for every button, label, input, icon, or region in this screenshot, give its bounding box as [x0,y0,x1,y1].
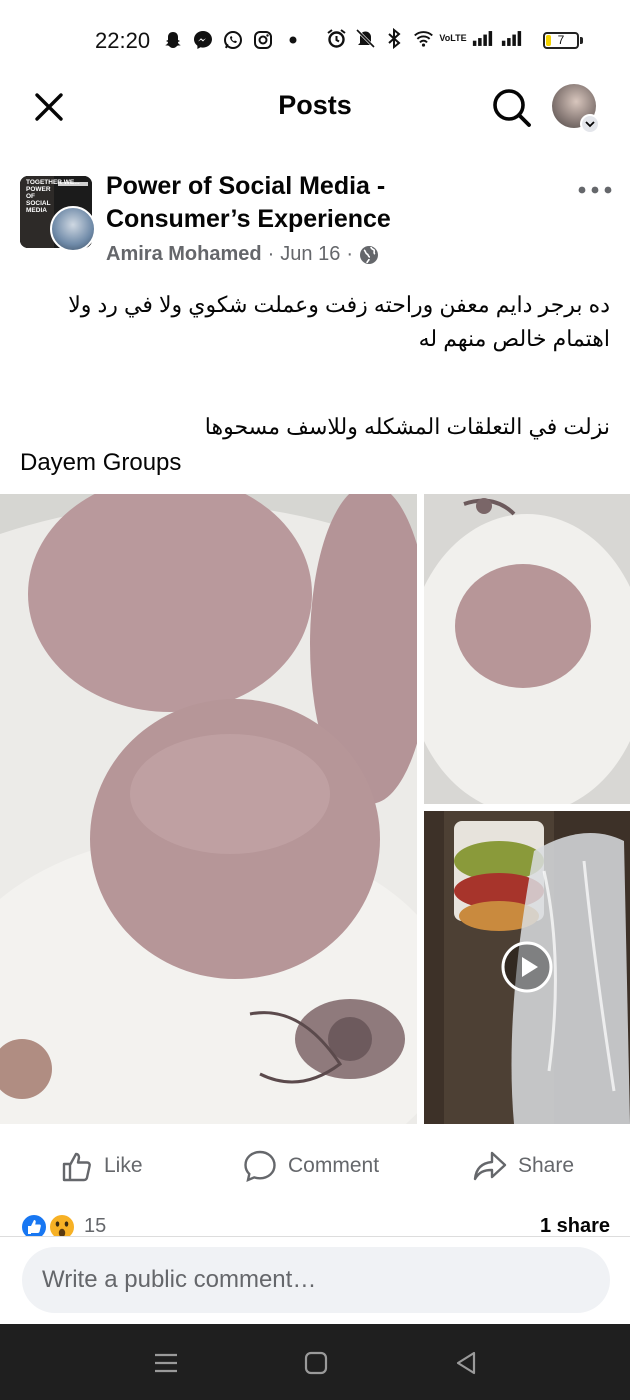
post-text-arabic-1: ده برجر دايم معفن وراحته زفت وعملت شكوي … [68,292,610,351]
like-label: Like [104,1154,143,1177]
share-icon [473,1151,507,1181]
like-button[interactable]: Like [60,1146,143,1186]
volte-icon: VoLTE [439,33,467,43]
globe-icon [359,245,379,265]
signal-icon [472,28,493,49]
home-button[interactable] [302,1349,330,1377]
instagram-icon [252,29,273,50]
post-actions: Like Comment Share [0,1130,630,1202]
post-meta: Amira Mohamed · Jun 16 · [106,243,379,266]
system-nav-bar [0,1324,630,1400]
signal-icon [501,28,522,49]
search-button[interactable] [488,84,534,130]
back-button[interactable] [452,1349,480,1377]
more-icon [578,186,612,194]
post-text-english: Dayem Groups [20,449,182,476]
thumbs-up-icon [62,1152,91,1182]
share-count[interactable]: 1 share [540,1215,610,1238]
share-label: Share [518,1154,575,1177]
system-icons: VoLTE [326,28,522,49]
post-text-arabic-2: نزلت في التعلقات المشكله وللاسف مسحوها [204,414,610,439]
comment-icon [244,1150,276,1182]
battery-icon: 7 [543,32,579,49]
comment-bar [0,1236,630,1325]
search-icon [493,89,531,127]
meta-separator: · [267,243,275,265]
play-icon [501,941,553,993]
back-icon [456,1351,476,1375]
mute-icon [355,28,376,49]
battery-nub [580,37,583,44]
dot-icon [282,29,303,50]
post-photo-main[interactable] [0,494,417,1124]
chevron-down-icon[interactable] [580,114,600,134]
comment-input[interactable] [22,1247,610,1313]
notification-icons [162,29,303,50]
whatsapp-icon [222,29,243,50]
post-photo-top-right[interactable] [424,494,630,804]
author-name[interactable]: Amira Mohamed [106,243,262,266]
comment-button[interactable]: Comment [242,1146,379,1186]
status-bar: 22:20 VoLTE 7 [0,0,630,72]
comment-label: Comment [288,1154,380,1177]
snapchat-icon [162,29,183,50]
menu-icon [155,1353,177,1373]
alarm-icon [326,28,347,49]
play-button[interactable] [501,941,553,993]
author-avatar[interactable] [50,206,96,252]
group-name[interactable]: Power of Social Media - Consumer’s Exper… [106,170,526,236]
status-time: 22:20 [95,28,151,53]
post-date[interactable]: Jun 16 [280,243,340,266]
page-title: Posts [278,90,352,120]
share-button[interactable]: Share [472,1146,574,1186]
post-text: ده برجر دايم معفن وراحته زفت وعملت شكوي … [20,288,610,480]
more-options-button[interactable] [576,176,616,204]
recent-apps-button[interactable] [152,1349,180,1377]
app-header: Posts [0,72,630,142]
wifi-icon [413,28,434,49]
messenger-icon [192,29,213,50]
battery-level: 7 [557,33,565,47]
meta-separator: · [346,243,353,265]
bluetooth-icon [384,28,405,49]
reaction-count: 15 [84,1215,107,1237]
home-icon [304,1351,328,1375]
